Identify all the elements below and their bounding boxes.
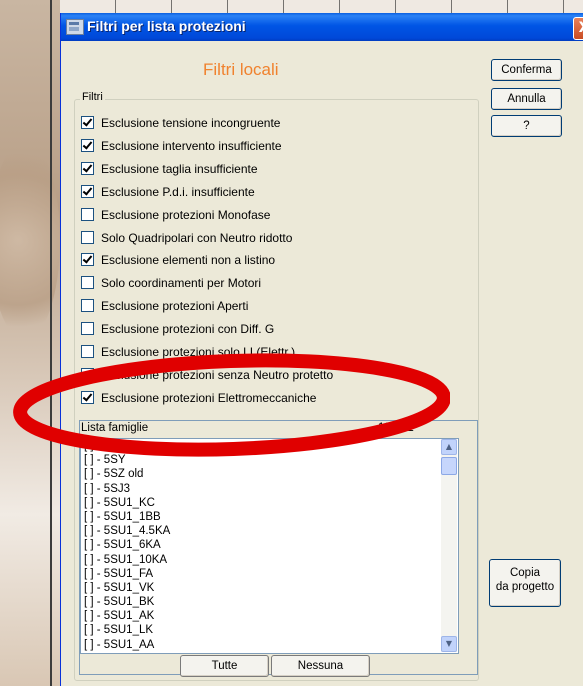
filter-option[interactable]: Esclusione taglia insufficiente <box>81 161 258 180</box>
filter-option[interactable]: Solo coordinamenti per Motori <box>81 276 261 294</box>
section-heading: Filtri locali <box>203 60 279 79</box>
filter-option-label: Esclusione protezioni Monofase <box>101 207 271 222</box>
filter-option[interactable]: Esclusione protezioni Aperti <box>81 299 248 317</box>
select-none-button[interactable]: Nessuna <box>271 655 370 677</box>
families-listbox[interactable]: [ ] - 5SZ[ ] - 5SY[ ] - 5SZ old[ ] - 5SJ… <box>80 438 459 654</box>
filter-option-label: Esclusione tensione incongruente <box>101 116 281 130</box>
list-item[interactable]: [ ] - 5SU1_1BB <box>81 510 458 524</box>
filter-option[interactable]: Esclusione elementi non a listino <box>81 253 275 271</box>
list-item[interactable]: [ ] - 5SU1_10KA <box>81 553 458 567</box>
window-title: Filtri per lista protezioni <box>87 18 246 34</box>
checkbox-checked-icon[interactable] <box>81 184 94 198</box>
list-item[interactable]: [ ] - 5SU1_FA <box>81 567 458 581</box>
families-list: [ ] - 5SZ[ ] - 5SY[ ] - 5SZ old[ ] - 5SJ… <box>81 439 458 652</box>
background-grid-lines <box>60 0 583 14</box>
filter-option-label: Solo Quadripolari con Neutro ridotto <box>101 230 293 245</box>
list-item[interactable]: [ ] - 5SU1_LK <box>81 623 458 637</box>
checkbox-unchecked-icon[interactable] <box>81 276 94 290</box>
filter-option-label: Esclusione protezioni con Diff. G <box>101 322 275 337</box>
select-all-button[interactable]: Tutte <box>180 655 269 677</box>
checkbox-unchecked-icon[interactable] <box>81 299 94 313</box>
copy-button-line2: da progetto <box>495 581 555 593</box>
filter-option-label: Esclusione protezioni Aperti <box>101 299 249 314</box>
list-item[interactable]: [ ] - 5SJ3 <box>81 482 458 496</box>
filter-option-label: Solo coordinamenti per Motori <box>101 276 262 291</box>
list-item[interactable]: [ ] - 5SU1_6KA <box>81 538 458 552</box>
list-item[interactable]: [ ] - 5SZ old <box>81 467 458 481</box>
checkbox-checked-icon[interactable] <box>81 161 94 175</box>
cancel-button[interactable]: Annulla <box>491 88 562 110</box>
checkbox-checked-icon[interactable] <box>81 138 94 152</box>
filter-option[interactable]: Esclusione P.d.i. insufficiente <box>81 184 255 203</box>
filter-option[interactable]: Esclusione intervento insufficiente <box>81 138 282 157</box>
list-item[interactable]: [ ] - 5SU1_4.5KA <box>81 524 458 538</box>
app-icon <box>66 19 84 35</box>
filter-option-label: Esclusione taglia insufficiente <box>101 161 258 176</box>
filters-group-label: Filtri <box>80 91 105 103</box>
filter-option[interactable]: Solo Quadripolari con Neutro ridotto <box>81 230 293 249</box>
checkbox-checked-icon[interactable] <box>81 253 94 267</box>
filter-option-label: Esclusione elementi non a listino <box>101 253 276 268</box>
list-item[interactable]: [ ] - 5SU1_AK <box>81 609 458 623</box>
list-item[interactable]: [ ] - 5SU1_VK <box>81 581 458 595</box>
background-border-line <box>50 0 52 686</box>
confirm-button[interactable]: Conferma <box>491 59 562 81</box>
filter-option-label: Esclusione intervento insufficiente <box>101 138 282 153</box>
title-bar[interactable]: Filtri per lista protezioni X <box>61 13 583 41</box>
families-scrollbar[interactable]: ▲ ▼ <box>441 439 457 652</box>
checkbox-checked-icon[interactable] <box>81 116 94 129</box>
list-item[interactable]: [ ] - 5SU1_KC <box>81 496 458 510</box>
list-item[interactable]: [ ] - 5SU1_AA <box>81 638 458 652</box>
list-item[interactable]: [ ] - 5SU1_BK <box>81 595 458 609</box>
checkbox-unchecked-icon[interactable] <box>81 230 94 244</box>
copy-button-line1: Copia <box>509 567 541 579</box>
filter-option[interactable]: Esclusione protezioni con Diff. G <box>81 322 274 340</box>
scroll-down-icon[interactable]: ▼ <box>441 636 457 652</box>
filter-option-label: Esclusione P.d.i. insufficiente <box>101 184 255 199</box>
filter-option[interactable]: Esclusione tensione incongruente <box>81 116 280 134</box>
checkbox-unchecked-icon[interactable] <box>81 322 94 336</box>
red-highlight-ellipse <box>13 353 450 457</box>
help-button[interactable]: ? <box>491 115 562 137</box>
close-icon[interactable]: X <box>573 17 583 40</box>
copy-from-project-button[interactable]: Copia da progetto <box>489 559 561 607</box>
checkbox-unchecked-icon[interactable] <box>81 207 94 221</box>
filter-option[interactable]: Esclusione protezioni Monofase <box>81 207 271 226</box>
